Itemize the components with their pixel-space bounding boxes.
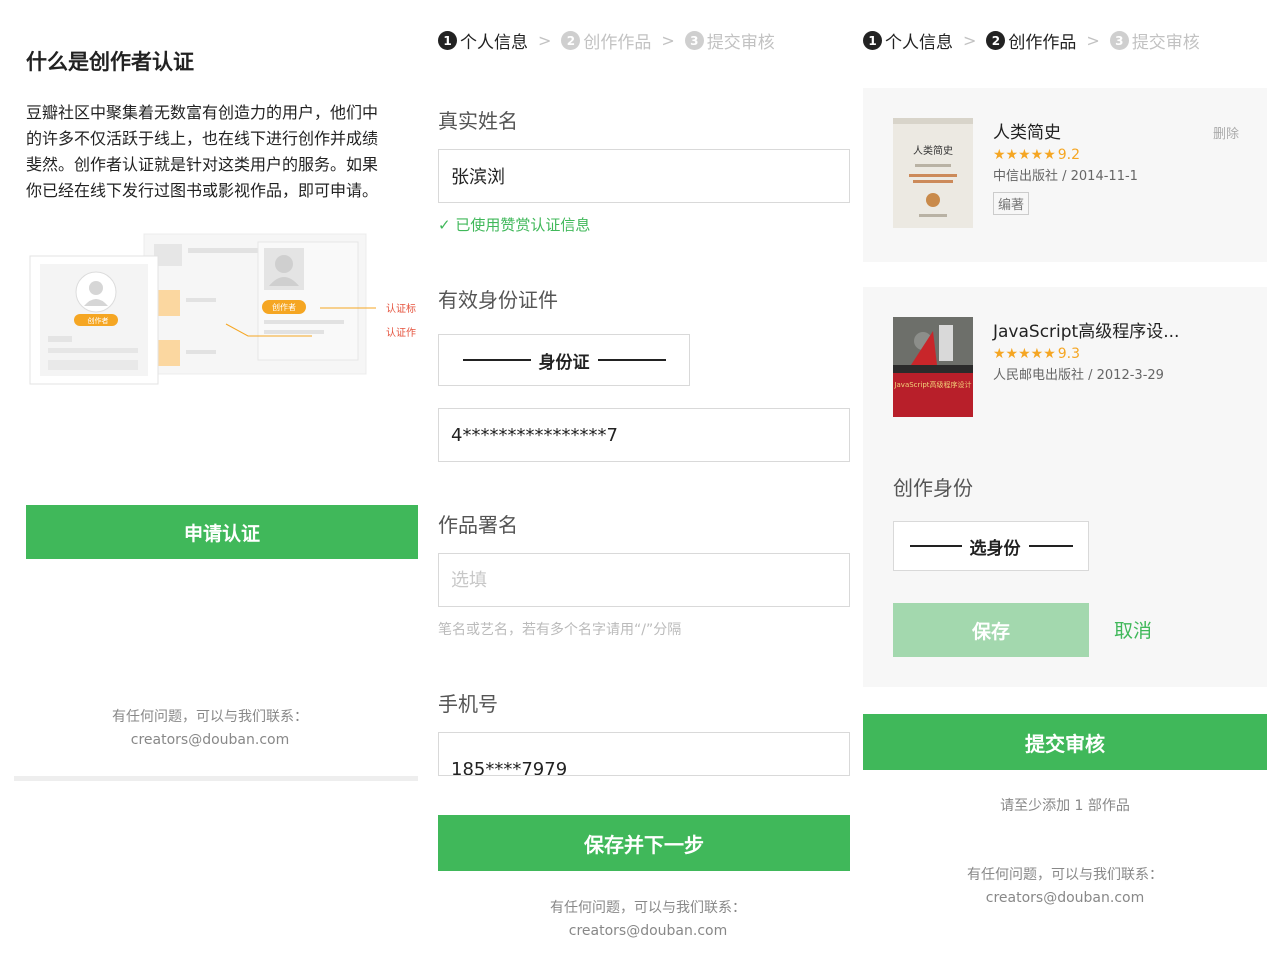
step-submit: 3 提交审核 bbox=[684, 28, 775, 53]
book-title[interactable]: 人类简史 bbox=[993, 118, 1213, 143]
badge-text: 创作者 bbox=[272, 302, 296, 312]
id-label: 有效身份证件 bbox=[438, 288, 558, 312]
pen-name-input[interactable] bbox=[438, 553, 850, 607]
cover-title: 人类简史 bbox=[913, 144, 953, 157]
save-next-button[interactable]: 保存并下一步 bbox=[438, 815, 850, 871]
intro-description-line: 你已经在线下发行过图书或影视作品，即可申请。 bbox=[26, 181, 379, 200]
book-publisher: 中信出版社 / 2014-11-1 bbox=[993, 169, 1138, 184]
dash bbox=[597, 359, 666, 361]
rating-score: 9.3 bbox=[1057, 346, 1081, 362]
contact-info: 有任何问题，可以与我们联系： creators@douban.com bbox=[915, 864, 1215, 910]
phone-label: 手机号 bbox=[438, 692, 498, 716]
works-panel: 1 个人信息 > 2 创作作品 > 3 提交审核 人类简史 人类简史 ★★★★★… bbox=[850, 0, 1280, 960]
step-label: 个人信息 bbox=[885, 33, 953, 53]
step-number: 2 bbox=[986, 31, 1006, 50]
creator-illustration-graphic: 创作者 创作者 认证标 认证作 bbox=[29, 233, 416, 385]
pen-name-label: 作品署名 bbox=[438, 513, 518, 537]
step-separator: > bbox=[538, 31, 552, 50]
step-label: 提交审核 bbox=[1131, 33, 1200, 53]
book-cover: JavaScript高级程序设计 bbox=[893, 317, 973, 427]
book-item: JavaScript高级程序设计 JavaScript高级程序设... ★★★★… bbox=[893, 317, 1213, 427]
step-number: 3 bbox=[684, 31, 704, 50]
work-card: 人类简史 人类简史 ★★★★★ 9.2 中信出版社 / 2014-11-1 编著 … bbox=[863, 88, 1267, 262]
id-number-field[interactable]: 4****************7 bbox=[438, 408, 850, 462]
step-works: 2 创作作品 bbox=[561, 28, 651, 53]
book-cover-image: JavaScript高级程序设计 bbox=[893, 317, 973, 417]
contact-email[interactable]: creators@douban.com bbox=[60, 729, 360, 752]
step-number: 1 bbox=[863, 31, 882, 50]
dash bbox=[462, 359, 531, 361]
verified-notice: ✓ 已使用赞赏认证信息 bbox=[438, 216, 591, 234]
step-indicator: 1 个人信息 > 2 创作作品 > 3 提交审核 bbox=[438, 28, 775, 53]
intro-description-line: 的许多不仅活跃于线上，也在线下进行创作并成绩 bbox=[26, 129, 379, 148]
step-number: 3 bbox=[1109, 31, 1129, 50]
callout-badge: 认证标 bbox=[386, 302, 416, 315]
book-title[interactable]: JavaScript高级程序设... bbox=[993, 317, 1213, 342]
save-button[interactable]: 保存 bbox=[893, 603, 1089, 657]
step-label: 个人信息 bbox=[460, 33, 528, 53]
divider bbox=[14, 776, 418, 781]
step-works: 2 创作作品 bbox=[986, 28, 1076, 53]
star-rating-icon: ★★★★★ bbox=[993, 346, 1056, 362]
step-personal-info: 1 个人信息 bbox=[438, 28, 528, 53]
intro-description: 豆瓣社区中聚集着无数富有创造力的用户，他们中 的许多不仅活跃于线上，也在线下进行… bbox=[26, 100, 418, 210]
cover-title: JavaScript高级程序设计 bbox=[893, 380, 971, 389]
creator-illustration: 创作者 创作者 认证标 认证作 bbox=[26, 228, 418, 400]
star-rating-icon: ★★★★★ bbox=[993, 147, 1056, 163]
book-rating: ★★★★★ 9.3 bbox=[993, 346, 1213, 362]
dash bbox=[909, 545, 962, 547]
step-number: 1 bbox=[438, 31, 457, 50]
step-number: 2 bbox=[561, 31, 581, 50]
phone-value: 185****7979 bbox=[451, 759, 568, 775]
book-cover: 人类简史 bbox=[893, 118, 973, 228]
intro-panel: 什么是创作者认证 豆瓣社区中聚集着无数富有创造力的用户，他们中 的许多不仅活跃于… bbox=[0, 0, 418, 960]
contact-text: 有任何问题，可以与我们联系： bbox=[112, 709, 308, 725]
book-cover-image: 人类简史 bbox=[893, 118, 973, 228]
min-works-note: 请至少添加 1 部作品 bbox=[1000, 798, 1130, 814]
contact-text: 有任何问题，可以与我们联系： bbox=[967, 867, 1163, 883]
book-publisher: 人民邮电出版社 / 2012-3-29 bbox=[993, 368, 1164, 383]
apply-certification-button[interactable]: 申请认证 bbox=[26, 505, 418, 559]
submit-review-button[interactable]: 提交审核 bbox=[863, 714, 1267, 770]
intro-description-line: 豆瓣社区中聚集着无数富有创造力的用户，他们中 bbox=[26, 103, 379, 122]
book-rating: ★★★★★ 9.2 bbox=[993, 147, 1213, 163]
dash bbox=[1028, 545, 1073, 547]
step-separator: > bbox=[1086, 31, 1100, 50]
contact-text: 有任何问题，可以与我们联系： bbox=[550, 900, 746, 916]
contact-email[interactable]: creators@douban.com bbox=[915, 887, 1215, 910]
step-personal-info: 1 个人信息 bbox=[863, 28, 953, 53]
contact-info: 有任何问题，可以与我们联系： creators@douban.com bbox=[498, 897, 798, 943]
role-tag: 编著 bbox=[993, 192, 1030, 215]
rating-score: 9.2 bbox=[1057, 147, 1081, 163]
step-label: 提交审核 bbox=[706, 33, 775, 53]
step-separator: > bbox=[963, 31, 977, 50]
badge-text: 创作者 bbox=[88, 316, 109, 325]
pen-name-hint: 笔名或艺名，若有多个名字请用“/”分隔 bbox=[438, 622, 682, 638]
intro-description-line: 斐然。创作者认证就是针对这类用户的服务。如果 bbox=[26, 155, 379, 174]
phone-field[interactable]: 185****7979 bbox=[438, 732, 850, 776]
book-info: 人类简史 ★★★★★ 9.2 中信出版社 / 2014-11-1 编著 bbox=[993, 118, 1213, 228]
name-label: 真实姓名 bbox=[438, 109, 518, 133]
name-field[interactable]: 张滨浏 bbox=[438, 149, 850, 203]
role-select[interactable]: 选身份 bbox=[893, 521, 1089, 571]
step-submit: 3 提交审核 bbox=[1109, 28, 1200, 53]
contact-info: 有任何问题，可以与我们联系： creators@douban.com bbox=[60, 706, 360, 752]
delete-button[interactable]: 删除 bbox=[1213, 123, 1239, 142]
callout-works: 认证作 bbox=[386, 326, 416, 339]
step-label: 创作作品 bbox=[583, 33, 652, 53]
step-indicator: 1 个人信息 > 2 创作作品 > 3 提交审核 bbox=[863, 28, 1200, 53]
contact-email[interactable]: creators@douban.com bbox=[498, 920, 798, 943]
role-select-value: 选身份 bbox=[969, 538, 1021, 559]
id-type-value: 身份证 bbox=[538, 352, 590, 373]
book-info: JavaScript高级程序设... ★★★★★ 9.3 人民邮电出版社 / 20… bbox=[993, 317, 1213, 427]
id-type-select[interactable]: 身份证 bbox=[438, 334, 690, 386]
role-label: 创作身份 bbox=[893, 476, 973, 500]
book-item: 人类简史 人类简史 ★★★★★ 9.2 中信出版社 / 2014-11-1 编著 bbox=[893, 118, 1213, 228]
step-label: 创作作品 bbox=[1008, 33, 1077, 53]
intro-title: 什么是创作者认证 bbox=[26, 50, 194, 74]
step-separator: > bbox=[661, 31, 675, 50]
personal-info-panel: 1 个人信息 > 2 创作作品 > 3 提交审核 真实姓名 张滨浏 ✓ 已使用赞赏认证… bbox=[418, 0, 850, 960]
cancel-button[interactable]: 取消 bbox=[1114, 616, 1152, 643]
